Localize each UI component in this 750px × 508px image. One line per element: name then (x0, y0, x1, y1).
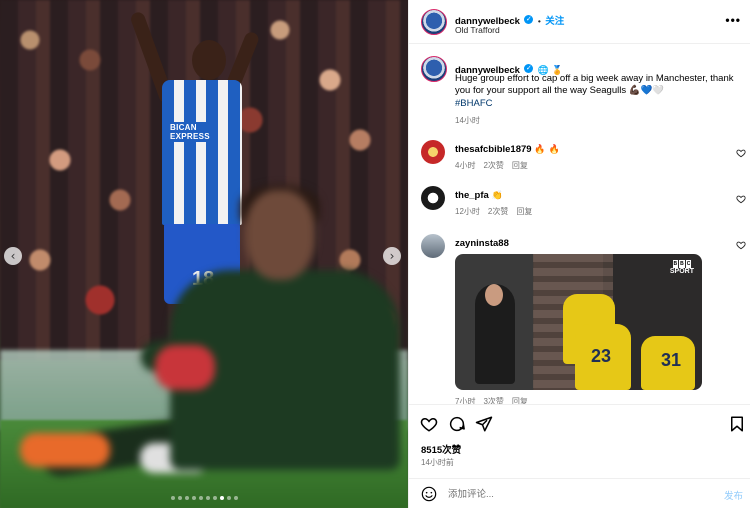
action-bar (409, 404, 750, 438)
heart-icon[interactable] (420, 415, 438, 433)
keeper-head (245, 190, 315, 280)
carousel-dot (177, 496, 182, 500)
caption-avatar[interactable] (421, 56, 447, 82)
heart-icon[interactable] (736, 148, 746, 158)
carousel-dot (170, 496, 175, 500)
bbc-letter: C (685, 260, 692, 268)
comment-header: thesafcbible1879 🔥 🔥 (455, 144, 560, 155)
comment-header: zayninsta88 (455, 238, 509, 249)
comment-likes[interactable]: 2次赞 (483, 161, 503, 170)
avatar[interactable] (421, 9, 447, 35)
heart-icon[interactable] (736, 240, 746, 250)
more-icon[interactable]: ••• (725, 13, 741, 27)
keeper-boot (20, 433, 110, 467)
gif-spectator-face (485, 284, 503, 306)
comment-avatar[interactable] (421, 234, 445, 258)
shirt-sponsor: BICAN EXPRESS (168, 122, 212, 142)
comment-input[interactable] (448, 485, 698, 503)
location-label[interactable]: Old Trafford (455, 25, 500, 35)
post-button[interactable]: 发布 (724, 488, 743, 502)
carousel-dot (219, 496, 224, 500)
like-count[interactable]: 8515次赞 (421, 442, 461, 456)
follow-button[interactable]: 关注 (545, 16, 564, 27)
comment-time: 12小时 (455, 207, 480, 216)
reply-button[interactable]: 回复 (512, 161, 528, 170)
heart-icon[interactable] (736, 194, 746, 204)
bbc-wordmark: BBC (670, 260, 694, 268)
sport-wordmark: SPORT (669, 268, 694, 275)
carousel-dot (233, 496, 238, 500)
add-comment-row: 发布 (409, 478, 750, 508)
caption-text: Huge group effort to cap off a big week … (455, 73, 734, 96)
caption-time: 14小时 (455, 116, 480, 125)
comment-username[interactable]: zayninsta88 (455, 238, 509, 249)
verified-icon: ✓ (524, 64, 534, 74)
carousel-dot (226, 496, 231, 500)
player-head (192, 40, 226, 80)
bbc-letter: B (672, 260, 679, 268)
carousel-dot (212, 496, 217, 500)
comment-username[interactable]: thesafcbible1879 (455, 144, 532, 155)
bbc-letter: B (679, 260, 685, 268)
bbc-sport-logo: BBC SPORT (670, 260, 694, 276)
carousel-dot (191, 496, 196, 500)
comment-meta: 4小时 2次赞 回复 (455, 160, 536, 171)
bookmark-icon[interactable] (728, 415, 746, 433)
comment-header: the_pfa 👏 (455, 190, 503, 201)
comment-username[interactable]: the_pfa (455, 190, 489, 201)
comment-text: 🔥 🔥 (534, 145, 560, 155)
carousel-dot (184, 496, 189, 500)
post-panel: dannywelbeck ✓ • 关注 Old Trafford ••• dan… (408, 0, 750, 508)
comment-time: 4小时 (455, 161, 476, 170)
carousel-dot (205, 496, 210, 500)
reply-button[interactable]: 回复 (516, 207, 532, 216)
chevron-right-icon[interactable]: › (383, 247, 401, 265)
carousel-indicator (0, 496, 408, 500)
comment-avatar[interactable] (421, 140, 445, 164)
comment-likes[interactable]: 2次赞 (488, 207, 508, 216)
smile-icon[interactable] (421, 486, 437, 502)
caption-hashtag[interactable]: #BHAFC (455, 98, 492, 109)
post-header: dannywelbeck ✓ • 关注 Old Trafford ••• (409, 0, 750, 44)
verified-icon: ✓ (524, 15, 534, 25)
chevron-left-icon[interactable]: ‹ (4, 247, 22, 265)
gif-jersey-number: 23 (591, 346, 612, 366)
share-icon[interactable] (475, 415, 493, 433)
post-time: 14小时前 (421, 458, 454, 467)
keeper-glove (155, 345, 215, 390)
gif-jersey-number: 31 (661, 350, 682, 370)
seated-goalkeeper (20, 185, 408, 508)
carousel-dot (198, 496, 203, 500)
comment-text: 👏 (491, 191, 503, 201)
header-separator: • (537, 16, 541, 26)
comment-meta: 12小时 2次赞 回复 (455, 206, 540, 217)
comment-gif[interactable]: 23 31 BBC SPORT (455, 254, 702, 390)
post-media[interactable]: BICAN EXPRESS 18 ‹ › (0, 0, 408, 508)
comment-icon[interactable] (448, 415, 466, 433)
comment-avatar[interactable] (421, 186, 445, 210)
